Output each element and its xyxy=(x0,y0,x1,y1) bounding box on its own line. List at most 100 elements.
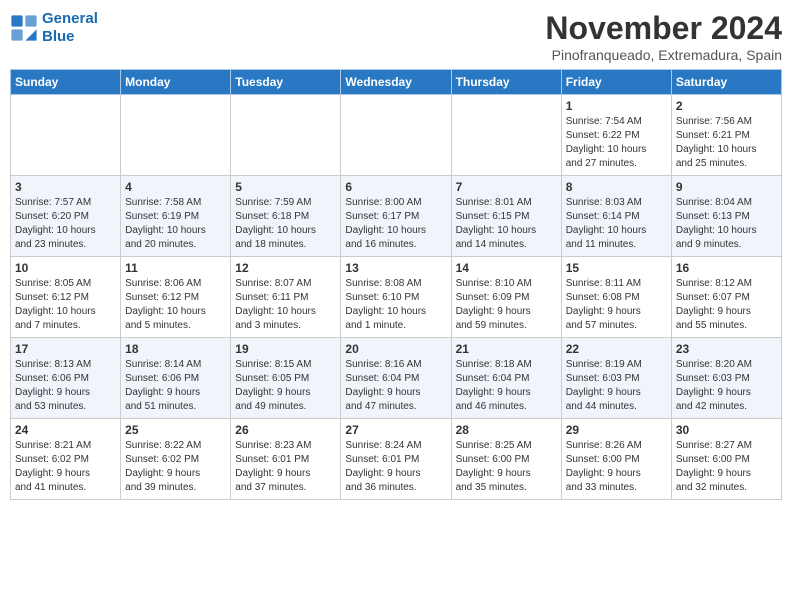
day-number: 24 xyxy=(15,423,116,437)
calendar-cell: 24 Sunrise: 8:21 AM Sunset: 6:02 PM Dayli… xyxy=(11,419,121,500)
calendar-cell: 30 Sunrise: 8:27 AM Sunset: 6:00 PM Dayli… xyxy=(671,419,781,500)
day-info: Sunrise: 8:21 AM Sunset: 6:02 PM Dayligh… xyxy=(15,439,116,495)
weekday-header-wednesday: Wednesday xyxy=(341,70,451,95)
day-info: Sunrise: 8:01 AM Sunset: 6:15 PM Dayligh… xyxy=(456,196,557,252)
day-number: 14 xyxy=(456,261,557,275)
day-info: Sunrise: 8:04 AM Sunset: 6:13 PM Dayligh… xyxy=(676,196,777,252)
week-row-5: 24 Sunrise: 8:21 AM Sunset: 6:02 PM Dayli… xyxy=(11,419,782,500)
calendar-cell: 15Sunrise: 8:11 AM Sunset: 6:08 PM Dayli… xyxy=(561,257,671,338)
weekday-header-friday: Friday xyxy=(561,70,671,95)
day-info: Sunrise: 8:08 AM Sunset: 6:10 PM Dayligh… xyxy=(345,277,446,333)
day-number: 19 xyxy=(235,342,336,356)
day-info: Sunrise: 8:07 AM Sunset: 6:11 PM Dayligh… xyxy=(235,277,336,333)
day-number: 12 xyxy=(235,261,336,275)
calendar-cell: 5Sunrise: 7:59 AM Sunset: 6:18 PM Daylig… xyxy=(231,176,341,257)
calendar-cell: 14 Sunrise: 8:10 AM Sunset: 6:09 PM Dayli… xyxy=(451,257,561,338)
calendar-cell: 26 Sunrise: 8:23 AM Sunset: 6:01 PM Dayli… xyxy=(231,419,341,500)
calendar-cell: 1 Sunrise: 7:54 AM Sunset: 6:22 PM Daylig… xyxy=(561,95,671,176)
logo: General Blue xyxy=(10,10,98,46)
day-number: 10 xyxy=(15,261,116,275)
day-number: 21 xyxy=(456,342,557,356)
calendar-cell: 4 Sunrise: 7:58 AM Sunset: 6:19 PM Daylig… xyxy=(121,176,231,257)
calendar-cell: 3 Sunrise: 7:57 AM Sunset: 6:20 PM Daylig… xyxy=(11,176,121,257)
day-info: Sunrise: 7:54 AM Sunset: 6:22 PM Dayligh… xyxy=(566,115,667,171)
day-info: Sunrise: 7:58 AM Sunset: 6:19 PM Dayligh… xyxy=(125,196,226,252)
weekday-header-sunday: Sunday xyxy=(11,70,121,95)
day-info: Sunrise: 8:00 AM Sunset: 6:17 PM Dayligh… xyxy=(345,196,446,252)
day-number: 25 xyxy=(125,423,226,437)
weekday-header-monday: Monday xyxy=(121,70,231,95)
day-info: Sunrise: 8:27 AM Sunset: 6:00 PM Dayligh… xyxy=(676,439,777,495)
week-row-1: 1 Sunrise: 7:54 AM Sunset: 6:22 PM Daylig… xyxy=(11,95,782,176)
calendar-cell: 22 Sunrise: 8:19 AM Sunset: 6:03 PM Dayli… xyxy=(561,338,671,419)
calendar-cell: 11Sunrise: 8:06 AM Sunset: 6:12 PM Dayli… xyxy=(121,257,231,338)
day-number: 16 xyxy=(676,261,777,275)
day-info: Sunrise: 8:03 AM Sunset: 6:14 PM Dayligh… xyxy=(566,196,667,252)
calendar-cell: 17Sunrise: 8:13 AM Sunset: 6:06 PM Dayli… xyxy=(11,338,121,419)
day-info: Sunrise: 7:56 AM Sunset: 6:21 PM Dayligh… xyxy=(676,115,777,171)
day-info: Sunrise: 8:24 AM Sunset: 6:01 PM Dayligh… xyxy=(345,439,446,495)
calendar-cell xyxy=(121,95,231,176)
weekday-header-tuesday: Tuesday xyxy=(231,70,341,95)
calendar-cell: 2 Sunrise: 7:56 AM Sunset: 6:21 PM Daylig… xyxy=(671,95,781,176)
day-number: 7 xyxy=(456,180,557,194)
day-info: Sunrise: 8:25 AM Sunset: 6:00 PM Dayligh… xyxy=(456,439,557,495)
calendar-cell: 21 Sunrise: 8:18 AM Sunset: 6:04 PM Dayli… xyxy=(451,338,561,419)
day-info: Sunrise: 8:05 AM Sunset: 6:12 PM Dayligh… xyxy=(15,277,116,333)
day-number: 9 xyxy=(676,180,777,194)
day-number: 1 xyxy=(566,99,667,113)
calendar-cell xyxy=(231,95,341,176)
day-number: 15 xyxy=(566,261,667,275)
day-info: Sunrise: 7:59 AM Sunset: 6:18 PM Dayligh… xyxy=(235,196,336,252)
day-number: 18 xyxy=(125,342,226,356)
day-info: Sunrise: 8:18 AM Sunset: 6:04 PM Dayligh… xyxy=(456,358,557,414)
calendar-cell: 29 Sunrise: 8:26 AM Sunset: 6:00 PM Dayli… xyxy=(561,419,671,500)
calendar-cell xyxy=(11,95,121,176)
day-info: Sunrise: 8:23 AM Sunset: 6:01 PM Dayligh… xyxy=(235,439,336,495)
day-number: 20 xyxy=(345,342,446,356)
day-number: 22 xyxy=(566,342,667,356)
day-info: Sunrise: 8:12 AM Sunset: 6:07 PM Dayligh… xyxy=(676,277,777,333)
week-row-4: 17Sunrise: 8:13 AM Sunset: 6:06 PM Dayli… xyxy=(11,338,782,419)
day-info: Sunrise: 8:26 AM Sunset: 6:00 PM Dayligh… xyxy=(566,439,667,495)
day-number: 30 xyxy=(676,423,777,437)
calendar-cell: 28 Sunrise: 8:25 AM Sunset: 6:00 PM Dayli… xyxy=(451,419,561,500)
day-info: Sunrise: 8:14 AM Sunset: 6:06 PM Dayligh… xyxy=(125,358,226,414)
day-info: Sunrise: 8:10 AM Sunset: 6:09 PM Dayligh… xyxy=(456,277,557,333)
day-info: Sunrise: 8:15 AM Sunset: 6:05 PM Dayligh… xyxy=(235,358,336,414)
logo-text: General Blue xyxy=(42,10,98,46)
day-info: Sunrise: 7:57 AM Sunset: 6:20 PM Dayligh… xyxy=(15,196,116,252)
calendar-cell: 27 Sunrise: 8:24 AM Sunset: 6:01 PM Dayli… xyxy=(341,419,451,500)
calendar-cell xyxy=(451,95,561,176)
calendar-cell: 23Sunrise: 8:20 AM Sunset: 6:03 PM Dayli… xyxy=(671,338,781,419)
day-number: 27 xyxy=(345,423,446,437)
weekday-header-row: SundayMondayTuesdayWednesdayThursdayFrid… xyxy=(11,70,782,95)
day-info: Sunrise: 8:16 AM Sunset: 6:04 PM Dayligh… xyxy=(345,358,446,414)
calendar-table: SundayMondayTuesdayWednesdayThursdayFrid… xyxy=(10,69,782,500)
day-number: 28 xyxy=(456,423,557,437)
day-info: Sunrise: 8:22 AM Sunset: 6:02 PM Dayligh… xyxy=(125,439,226,495)
weekday-header-thursday: Thursday xyxy=(451,70,561,95)
calendar-cell: 19 Sunrise: 8:15 AM Sunset: 6:05 PM Dayli… xyxy=(231,338,341,419)
week-row-3: 10 Sunrise: 8:05 AM Sunset: 6:12 PM Dayli… xyxy=(11,257,782,338)
calendar-cell: 12 Sunrise: 8:07 AM Sunset: 6:11 PM Dayli… xyxy=(231,257,341,338)
calendar-cell: 10 Sunrise: 8:05 AM Sunset: 6:12 PM Dayli… xyxy=(11,257,121,338)
day-number: 23 xyxy=(676,342,777,356)
calendar-cell: 18 Sunrise: 8:14 AM Sunset: 6:06 PM Dayli… xyxy=(121,338,231,419)
day-number: 26 xyxy=(235,423,336,437)
title-block: November 2024 Pinofranqueado, Extremadur… xyxy=(545,10,782,63)
day-number: 2 xyxy=(676,99,777,113)
day-number: 8 xyxy=(566,180,667,194)
calendar-cell: 8 Sunrise: 8:03 AM Sunset: 6:14 PM Daylig… xyxy=(561,176,671,257)
week-row-2: 3 Sunrise: 7:57 AM Sunset: 6:20 PM Daylig… xyxy=(11,176,782,257)
day-info: Sunrise: 8:19 AM Sunset: 6:03 PM Dayligh… xyxy=(566,358,667,414)
weekday-header-saturday: Saturday xyxy=(671,70,781,95)
day-number: 4 xyxy=(125,180,226,194)
day-number: 29 xyxy=(566,423,667,437)
month-title: November 2024 xyxy=(545,10,782,47)
location: Pinofranqueado, Extremadura, Spain xyxy=(545,47,782,63)
calendar-cell: 16 Sunrise: 8:12 AM Sunset: 6:07 PM Dayli… xyxy=(671,257,781,338)
calendar-cell: 7 Sunrise: 8:01 AM Sunset: 6:15 PM Daylig… xyxy=(451,176,561,257)
day-number: 3 xyxy=(15,180,116,194)
calendar-cell: 9 Sunrise: 8:04 AM Sunset: 6:13 PM Daylig… xyxy=(671,176,781,257)
